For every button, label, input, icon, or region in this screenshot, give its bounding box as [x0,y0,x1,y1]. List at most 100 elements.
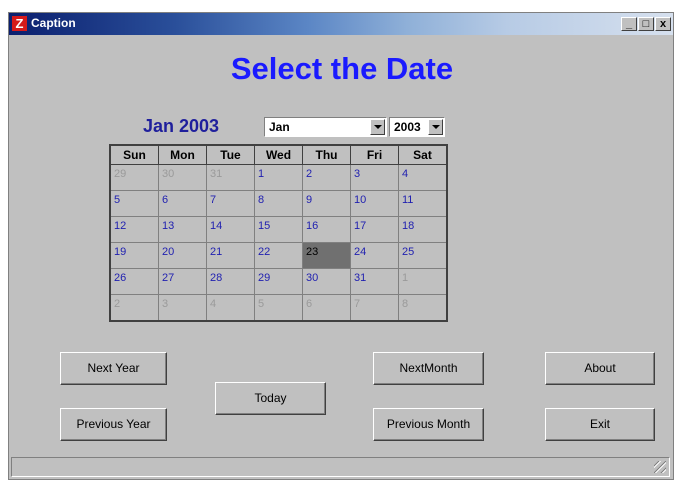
calendar-day-number: 1 [258,168,265,180]
today-button[interactable]: Today [215,382,326,415]
calendar-day[interactable]: 5 [109,190,159,217]
calendar-day[interactable]: 17 [350,216,399,243]
calendar-day-number: 7 [210,194,217,206]
calendar-day[interactable]: 26 [109,268,159,295]
calendar-day[interactable]: 29 [109,164,159,191]
calendar-day[interactable]: 31 [206,164,255,191]
calendar-day-number: 18 [402,220,415,232]
calendar-day-number: 2 [114,298,121,310]
weekday-header: Sun [109,144,159,165]
calendar-day-number: 7 [354,298,361,310]
calendar-day[interactable]: 24 [350,242,399,269]
calendar-day[interactable]: 18 [398,216,448,243]
calendar-day-number: 16 [306,220,319,232]
window-title: Caption [31,16,76,30]
calendar-day-number: 5 [114,194,121,206]
exit-button[interactable]: Exit [545,408,655,441]
calendar-day[interactable]: 2 [109,294,159,322]
year-select[interactable]: 2003 [389,117,445,137]
calendar-day-number: 3 [354,168,361,180]
calendar-day-number: 30 [162,168,175,180]
calendar-day-selected[interactable]: 23 [302,242,351,269]
calendar-day[interactable]: 4 [398,164,448,191]
calendar-day-number: 8 [258,194,265,206]
calendar-day[interactable]: 22 [254,242,303,269]
calendar-day[interactable]: 3 [158,294,207,322]
chevron-down-icon[interactable] [428,119,443,135]
today-button-label: Today [254,391,287,405]
calendar-day[interactable]: 8 [398,294,448,322]
calendar-week-row: 26 27 28 29 30 31 1 [109,268,448,295]
close-button[interactable]: x [655,17,671,31]
calendar-grid: Sun Mon Tue Wed Thu Fri Sat 29 30 31 1 2 3 4 5 6 7 8 9 10 1… [109,144,448,322]
calendar-day[interactable]: 29 [254,268,303,295]
calendar-day[interactable]: 25 [398,242,448,269]
calendar-day-number: 20 [162,246,175,258]
calendar-day[interactable]: 6 [302,294,351,322]
calendar-day[interactable]: 28 [206,268,255,295]
calendar-day[interactable]: 13 [158,216,207,243]
calendar-day-number: 26 [114,272,127,284]
calendar-day-number: 13 [162,220,175,232]
calendar-day[interactable]: 3 [350,164,399,191]
calendar-day[interactable]: 1 [398,268,448,295]
calendar-day[interactable]: 14 [206,216,255,243]
calendar-day[interactable]: 9 [302,190,351,217]
month-select-value: Jan [269,120,290,134]
calendar-day-number: 29 [114,168,127,180]
calendar-day[interactable]: 6 [158,190,207,217]
calendar-day[interactable]: 2 [302,164,351,191]
calendar-day-number: 17 [354,220,367,232]
calendar-day-number: 19 [114,246,127,258]
chevron-down-icon[interactable] [370,119,385,135]
calendar-day-number: 27 [162,272,175,284]
calendar-day[interactable]: 30 [158,164,207,191]
about-button[interactable]: About [545,352,655,385]
calendar-day[interactable]: 4 [206,294,255,322]
calendar-day-number: 22 [258,246,271,258]
calendar-day-number: 21 [210,246,223,258]
calendar-day[interactable]: 7 [206,190,255,217]
calendar-day[interactable]: 8 [254,190,303,217]
weekday-header-row: Sun Mon Tue Wed Thu Fri Sat [109,144,448,165]
calendar-day[interactable]: 31 [350,268,399,295]
calendar-day[interactable]: 30 [302,268,351,295]
calendar-day[interactable]: 12 [109,216,159,243]
calendar-day-number: 2 [306,168,313,180]
calendar-day[interactable]: 7 [350,294,399,322]
calendar-day[interactable]: 16 [302,216,351,243]
calendar-day-number: 14 [210,220,223,232]
month-select[interactable]: Jan [264,117,387,137]
next-year-button[interactable]: Next Year [60,352,167,385]
page-title: Select the Date [230,51,454,86]
calendar-day-number: 31 [210,168,223,180]
calendar-day[interactable]: 20 [158,242,207,269]
calendar-day-number: 31 [354,272,367,284]
minimize-button[interactable]: _ [621,17,637,31]
app-logo-icon: Z [12,16,27,31]
calendar-day[interactable]: 21 [206,242,255,269]
calendar-day[interactable]: 27 [158,268,207,295]
calendar-day-number: 1 [402,272,409,284]
calendar-day[interactable]: 10 [350,190,399,217]
calendar-day[interactable]: 5 [254,294,303,322]
calendar-day-number: 12 [114,220,127,232]
calendar-day[interactable]: 1 [254,164,303,191]
status-bar [11,457,670,477]
calendar-day[interactable]: 19 [109,242,159,269]
previous-month-button[interactable]: Previous Month [373,408,484,441]
maximize-button[interactable]: □ [638,17,654,31]
calendar-day-number: 6 [162,194,169,206]
calendar-day[interactable]: 15 [254,216,303,243]
title-bar[interactable]: Z Caption _ □ x [9,13,673,35]
previous-year-button[interactable]: Previous Year [60,408,167,441]
calendar-day-number: 10 [354,194,367,206]
next-month-button[interactable]: NextMonth [373,352,484,385]
calendar-week-row: 2 3 4 5 6 7 8 [109,294,448,322]
calendar-day-number: 4 [210,298,217,310]
calendar-week-row: 5 6 7 8 9 10 11 [109,190,448,217]
calendar-body: 29 30 31 1 2 3 4 5 6 7 8 9 10 11 12 13 14 15 16 17 18 19 20 21 2… [109,164,448,322]
resize-grip-icon[interactable] [654,461,666,473]
exit-button-label: Exit [589,417,610,431]
calendar-day[interactable]: 11 [398,190,448,217]
